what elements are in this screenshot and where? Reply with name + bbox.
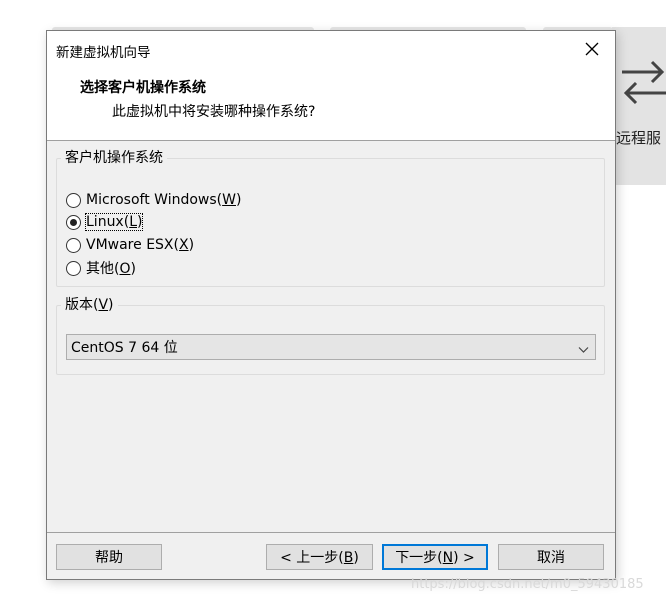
- radio-button[interactable]: [66, 237, 81, 253]
- cancel-button[interactable]: 取消: [498, 544, 604, 570]
- close-icon: [585, 41, 599, 60]
- title-bar: 新建虚拟机向导: [47, 31, 615, 71]
- chevron-down-icon: [578, 342, 589, 358]
- os-option-label: 其他(O): [86, 261, 136, 277]
- os-option-label: Microsoft Windows(W): [86, 192, 242, 208]
- desktop: 远程服 新建虚拟机向导 选择客户机操作系统 此虚拟机中将安装哪种操作系统? 客户…: [0, 0, 666, 604]
- os-option-linux[interactable]: Linux(L): [66, 212, 144, 232]
- radio-button[interactable]: [66, 192, 81, 208]
- connect-remote-server-tile[interactable]: 远程服: [612, 27, 666, 185]
- os-option-label: Linux(L): [84, 213, 144, 231]
- os-option-other[interactable]: 其他(O): [66, 258, 136, 278]
- back-button[interactable]: < 上一步(B): [266, 544, 373, 570]
- os-option-windows[interactable]: Microsoft Windows(W): [66, 190, 241, 210]
- help-button-label: 帮助: [95, 550, 123, 566]
- radio-button[interactable]: [66, 260, 81, 276]
- os-option-vmware-esx[interactable]: VMware ESX(X): [66, 235, 194, 255]
- step-title: 选择客户机操作系统: [80, 80, 206, 96]
- new-vm-wizard-dialog: 新建虚拟机向导 选择客户机操作系统 此虚拟机中将安装哪种操作系统? 客户机操作系…: [46, 30, 616, 580]
- radio-button-selected[interactable]: [66, 214, 81, 230]
- next-button-label: 下一步(N) >: [395, 550, 475, 566]
- watermark-text: https://blog.csdn.net/m0_59430185: [411, 577, 644, 592]
- dialog-title: 新建虚拟机向导: [56, 45, 151, 61]
- version-legend: 版本(V): [65, 297, 114, 313]
- footer-divider: [47, 532, 615, 533]
- next-button[interactable]: 下一步(N) >: [382, 544, 488, 570]
- os-option-label: VMware ESX(X): [86, 237, 195, 253]
- guest-os-group: 客户机操作系统 Microsoft Windows(W) Linux(L) VM…: [56, 150, 605, 287]
- version-group: 版本(V) CentOS 7 64 位: [56, 297, 605, 375]
- version-selected-value: CentOS 7 64 位: [71, 340, 178, 356]
- cancel-button-label: 取消: [537, 550, 565, 566]
- help-button[interactable]: 帮助: [56, 544, 162, 570]
- remote-server-label: 远程服: [616, 129, 662, 147]
- step-subtitle: 此虚拟机中将安装哪种操作系统?: [112, 104, 316, 120]
- close-button[interactable]: [569, 31, 615, 69]
- version-dropdown[interactable]: CentOS 7 64 位: [66, 334, 596, 360]
- back-button-label: < 上一步(B): [280, 550, 359, 566]
- wizard-header: 选择客户机操作系统 此虚拟机中将安装哪种操作系统?: [47, 71, 615, 141]
- guest-os-legend: 客户机操作系统: [65, 150, 163, 166]
